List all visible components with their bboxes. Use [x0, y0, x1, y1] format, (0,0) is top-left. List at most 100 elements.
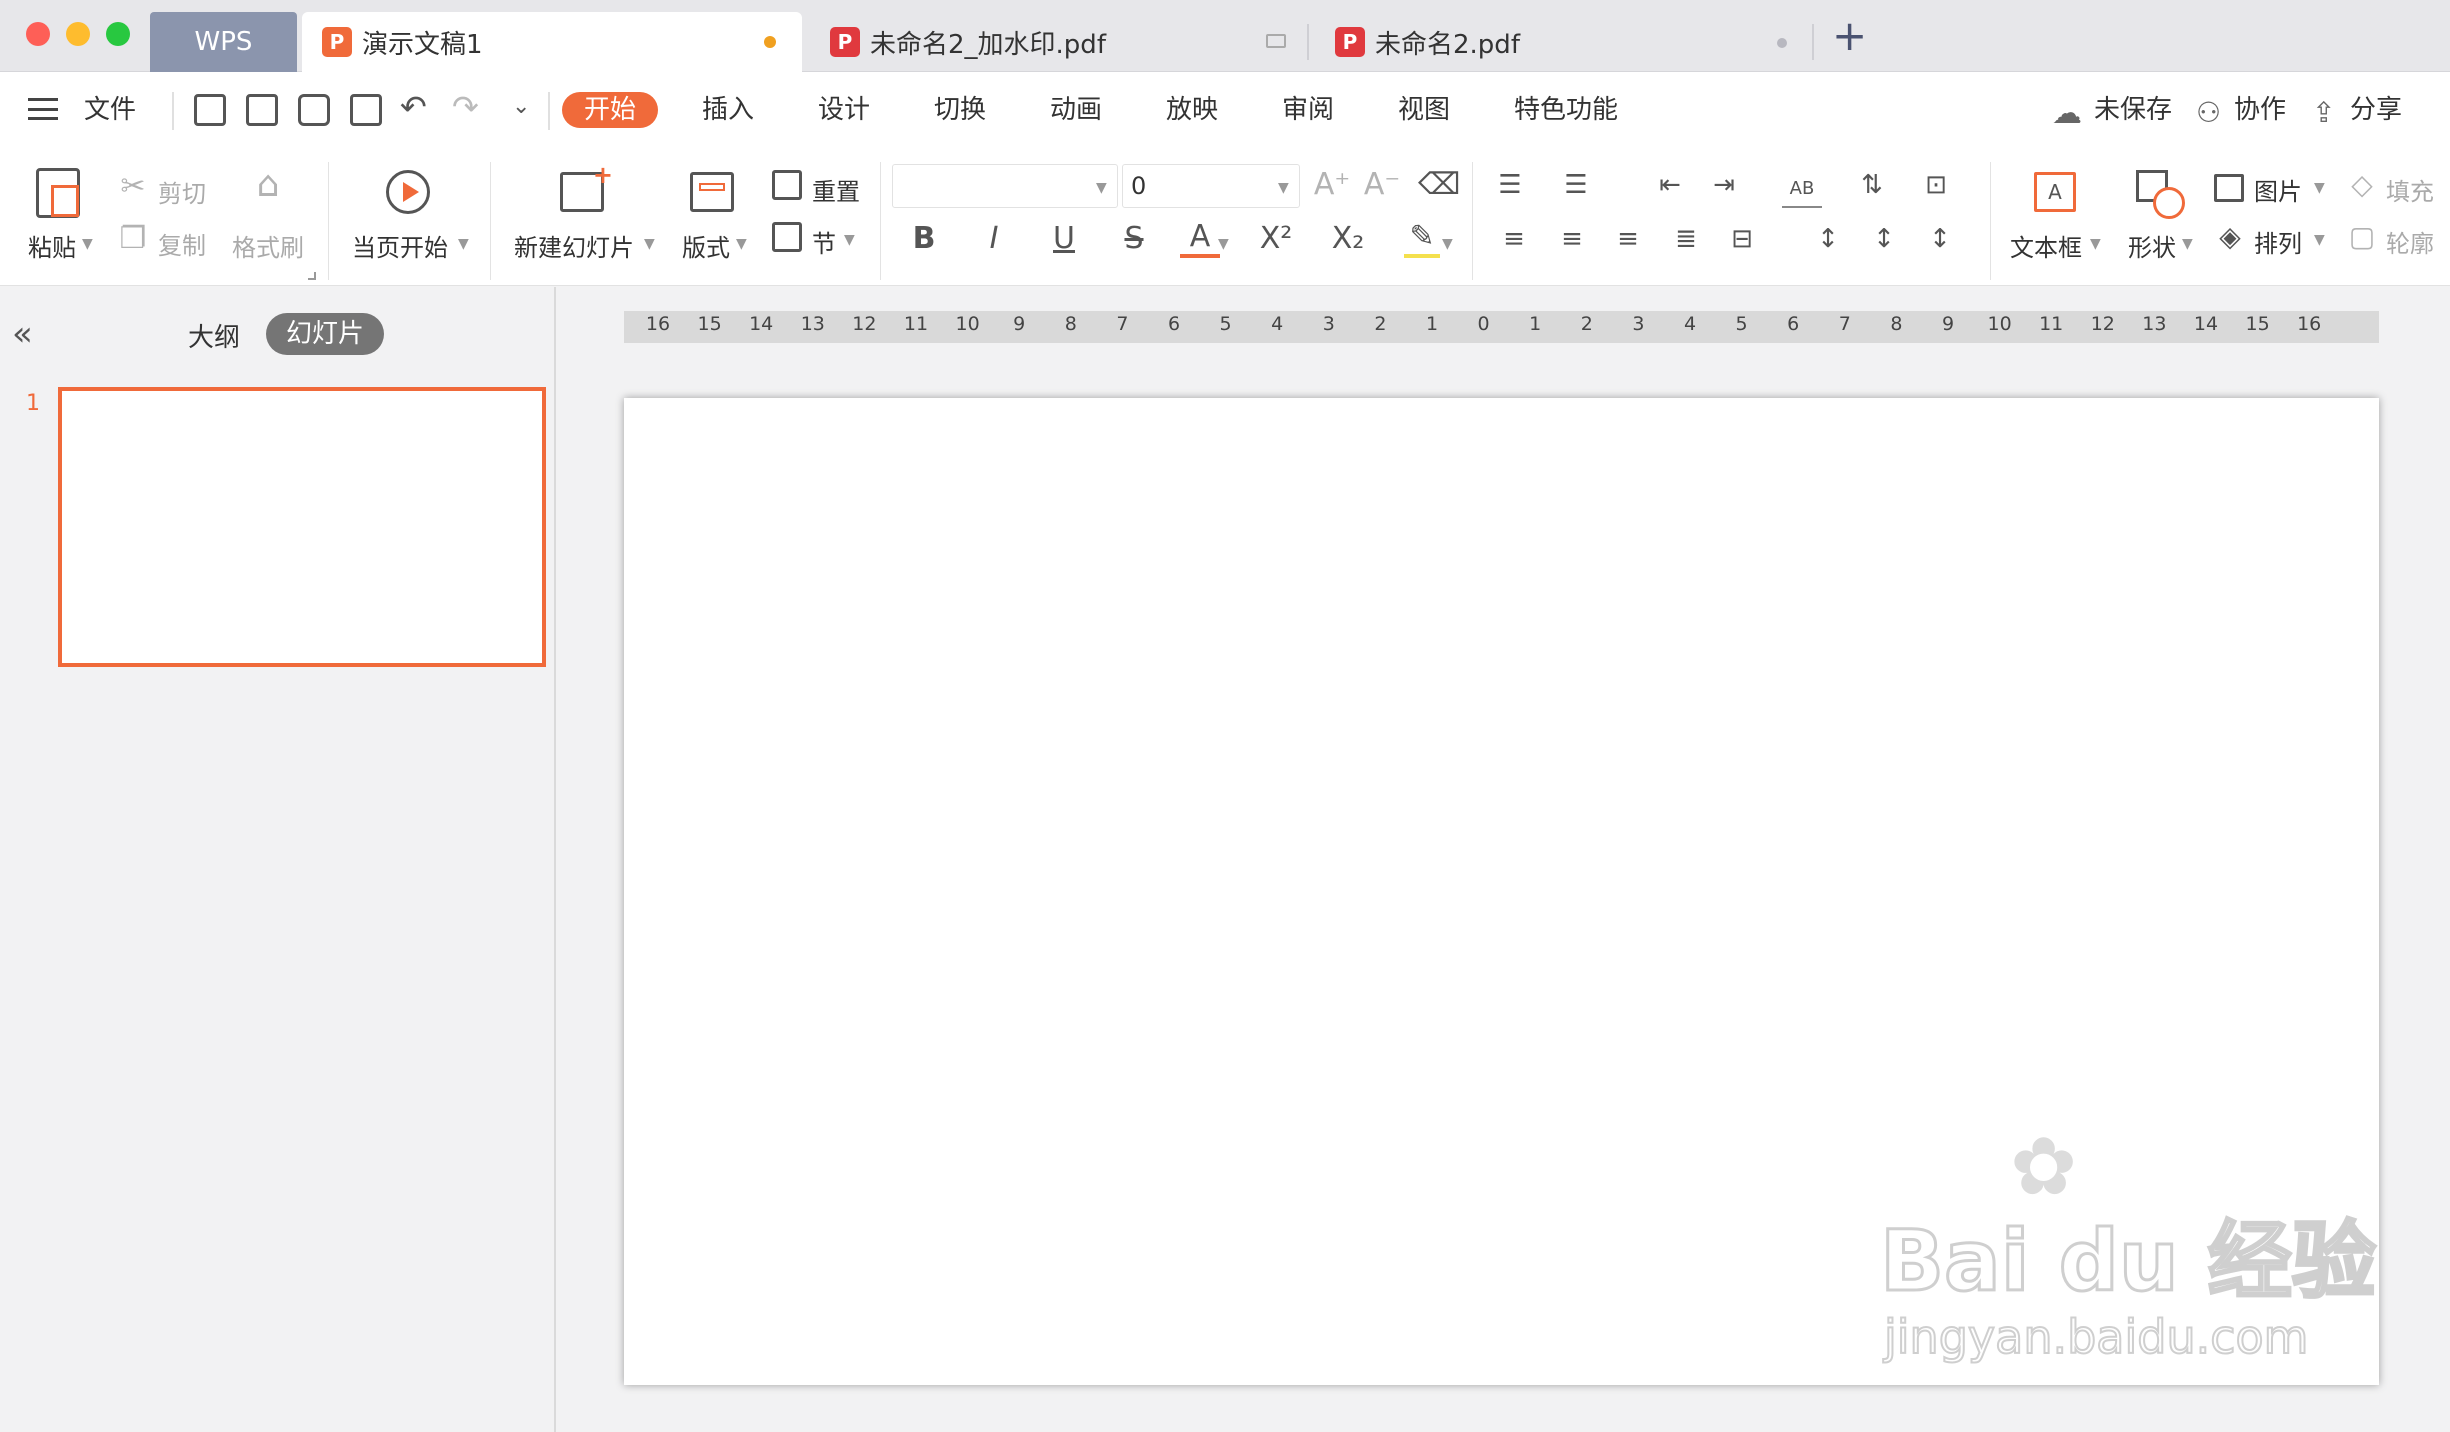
reset-button[interactable]: 重置 [812, 172, 860, 207]
chevron-down-icon[interactable]: ▼ [2314, 180, 2325, 196]
save-icon[interactable] [194, 94, 226, 126]
close-window-button[interactable] [26, 22, 50, 46]
minimize-window-button[interactable] [66, 22, 90, 46]
print-preview-icon[interactable] [350, 94, 382, 126]
tab-slides[interactable]: 幻灯片 [266, 313, 385, 355]
tab-outline[interactable]: 大纲 [188, 317, 240, 354]
tab-animation[interactable]: 动画 [1050, 92, 1102, 128]
align-center-icon[interactable]: ≡ [1554, 222, 1590, 256]
distribute-icon[interactable]: ⊟ [1724, 222, 1760, 256]
justify-icon[interactable]: ≣ [1668, 222, 1704, 256]
chevron-down-icon[interactable]: ▼ [2090, 236, 2101, 252]
section-button[interactable]: 节 [812, 224, 836, 259]
paste-icon[interactable] [36, 168, 80, 218]
chevron-down-icon[interactable]: ▼ [458, 236, 469, 252]
redo-icon[interactable]: ↷ [452, 88, 479, 126]
chevron-down-icon[interactable]: ▼ [1096, 180, 1107, 196]
layout-button[interactable]: 版式 [682, 228, 730, 263]
ruler-tick: 2 [1580, 313, 1593, 335]
copy-button[interactable]: 复制 [158, 226, 206, 261]
cut-button[interactable]: 剪切 [158, 174, 206, 209]
increase-font-icon[interactable]: A⁺ [1312, 168, 1352, 202]
text-align-box-icon[interactable]: ⊡ [1916, 168, 1956, 202]
tab-review[interactable]: 审阅 [1282, 92, 1334, 128]
spacing-options-icon[interactable]: ↕ [1922, 222, 1958, 256]
arrange-button[interactable]: 排列 [2254, 224, 2302, 259]
ruler-tick: 11 [2039, 313, 2064, 335]
chevron-down-icon[interactable]: ▼ [2314, 232, 2325, 248]
decrease-indent-icon[interactable]: ⇤ [1652, 168, 1688, 202]
picture-button[interactable]: 图片 [2254, 172, 2302, 207]
strikethrough-icon[interactable]: S [1114, 222, 1154, 256]
clear-format-icon[interactable]: ⌫ [1418, 168, 1460, 202]
tab-pdf-watermark[interactable]: P 未命名2_加水印.pdf [820, 12, 1300, 72]
tab-start[interactable]: 开始 [562, 92, 659, 128]
tab-design[interactable]: 设计 [818, 92, 870, 128]
new-tab-button[interactable]: + [1832, 14, 1867, 58]
collapse-panel-icon[interactable]: « [12, 317, 33, 351]
new-slide-icon[interactable]: + [560, 161, 613, 212]
tab-insert[interactable]: 插入 [702, 92, 754, 128]
textbox-icon[interactable]: A [2034, 172, 2076, 212]
chevron-down-icon[interactable]: ▼ [2182, 236, 2193, 252]
subscript-icon[interactable]: X₂ [1326, 222, 1370, 256]
highlight-icon[interactable]: ✎ [1404, 220, 1440, 258]
chevron-down-icon[interactable]: ▼ [1442, 236, 1453, 252]
file-menu[interactable]: 文件 [84, 92, 136, 128]
tab-presentation[interactable]: P 演示文稿1 [302, 12, 802, 72]
format-painter-button[interactable]: 格式刷 [232, 228, 304, 263]
align-left-icon[interactable]: ≡ [1496, 222, 1532, 256]
increase-indent-icon[interactable]: ⇥ [1706, 168, 1742, 202]
line-spacing-icon[interactable]: ↕ [1810, 222, 1846, 256]
paste-button[interactable]: 粘贴 [28, 228, 76, 263]
line-sort-icon[interactable]: ⇅ [1852, 168, 1892, 202]
layout-icon[interactable] [690, 172, 734, 212]
share-icon: ⇪ [2312, 96, 2336, 129]
slide-thumbnail[interactable] [58, 387, 546, 667]
tab-transition[interactable]: 切换 [934, 92, 986, 128]
group-launcher-icon[interactable] [308, 272, 316, 280]
print-icon[interactable] [298, 94, 330, 126]
chevron-down-icon[interactable]: ▼ [1218, 236, 1229, 252]
outline-button[interactable]: 轮廓 [2386, 224, 2434, 259]
chevron-down-icon[interactable]: ▼ [736, 236, 747, 252]
shape-icon[interactable] [2136, 170, 2185, 219]
numbered-list-icon[interactable]: ☰ [1556, 168, 1596, 202]
tab-pdf[interactable]: P 未命名2.pdf [1325, 12, 1805, 72]
zoom-window-button[interactable] [106, 22, 130, 46]
decrease-font-icon[interactable]: A⁻ [1362, 168, 1402, 202]
font-name-select[interactable] [892, 164, 1118, 208]
play-from-current-button[interactable]: 当页开始 [352, 228, 448, 263]
italic-icon[interactable]: I [974, 222, 1014, 256]
superscript-icon[interactable]: X² [1254, 222, 1298, 256]
new-slide-button[interactable]: 新建幻灯片 [514, 228, 634, 263]
chevron-down-icon[interactable]: ▼ [844, 232, 855, 248]
tab-slideshow[interactable]: 放映 [1166, 92, 1218, 128]
underline-icon[interactable]: U [1044, 222, 1084, 256]
font-color-icon[interactable]: A [1180, 220, 1220, 258]
chevron-down-icon[interactable]: ▼ [82, 236, 93, 252]
paragraph-spacing-icon[interactable]: ↕ [1866, 222, 1902, 256]
collaborate-button[interactable]: 协作 [2234, 92, 2286, 128]
chevron-down-icon[interactable]: ▼ [1278, 180, 1289, 196]
chevron-down-icon[interactable]: ▼ [644, 236, 655, 252]
font-size-select[interactable]: 0 [1122, 164, 1300, 208]
play-icon[interactable] [386, 170, 430, 214]
bold-icon[interactable]: B [904, 222, 944, 256]
text-direction-icon[interactable]: AB [1782, 172, 1822, 208]
shape-button[interactable]: 形状 [2128, 228, 2176, 263]
undo-icon[interactable]: ↶ [400, 88, 427, 126]
align-right-icon[interactable]: ≡ [1610, 222, 1646, 256]
textbox-button[interactable]: 文本框 [2010, 228, 2082, 263]
hamburger-menu-icon[interactable] [28, 98, 58, 120]
share-button[interactable]: 分享 [2350, 92, 2402, 128]
fill-button[interactable]: 填充 [2386, 172, 2434, 207]
bullet-list-icon[interactable]: ☰ [1490, 168, 1530, 202]
tab-label: WPS [194, 27, 253, 57]
tab-wps-home[interactable]: WPS [150, 12, 297, 72]
tab-special-features[interactable]: 特色功能 [1514, 92, 1618, 128]
export-pdf-icon[interactable] [246, 94, 278, 126]
unsaved-status[interactable]: 未保存 [2094, 92, 2172, 128]
customize-toolbar-icon[interactable]: ⌄ [512, 94, 530, 119]
tab-view[interactable]: 视图 [1398, 92, 1450, 128]
